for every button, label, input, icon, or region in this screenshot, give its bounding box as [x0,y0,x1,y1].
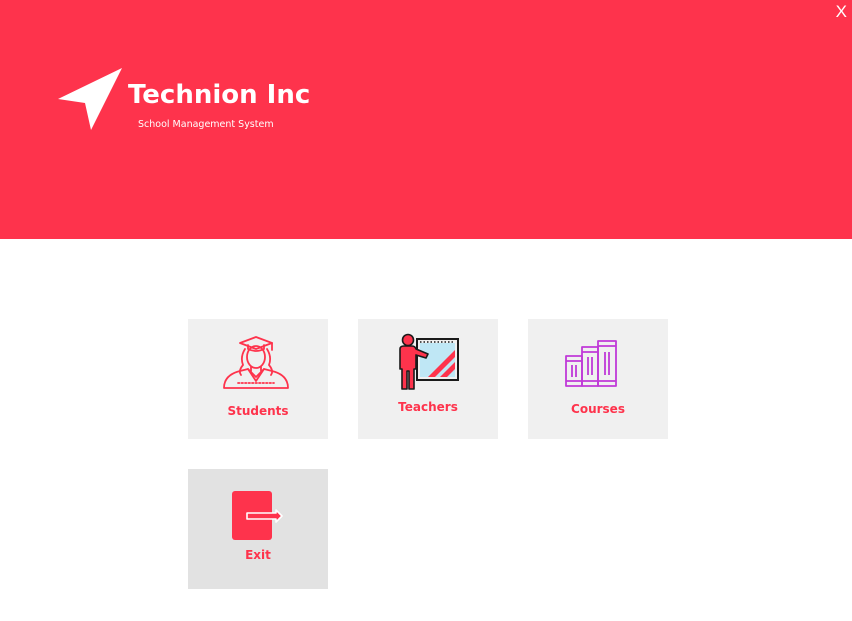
exit-label: Exit [245,548,271,562]
students-tile[interactable]: Students [188,319,328,439]
app-subtitle: School Management System [138,119,274,130]
courses-tile[interactable]: Courses [528,319,668,439]
books-icon [565,340,617,387]
teacher-whiteboard-icon [399,333,459,390]
exit-tile[interactable]: Exit [188,469,328,589]
header-banner: X Technion Inc School Management System [0,0,852,239]
courses-label: Courses [571,402,625,416]
send-arrow-icon [58,68,122,130]
app-title: Technion Inc [128,80,311,110]
teachers-label: Teachers [398,400,458,414]
students-label: Students [227,404,289,418]
graduate-student-icon [223,336,289,389]
close-button[interactable]: X [836,3,847,21]
exit-door-icon [232,491,283,540]
teachers-tile[interactable]: Teachers [358,319,498,439]
